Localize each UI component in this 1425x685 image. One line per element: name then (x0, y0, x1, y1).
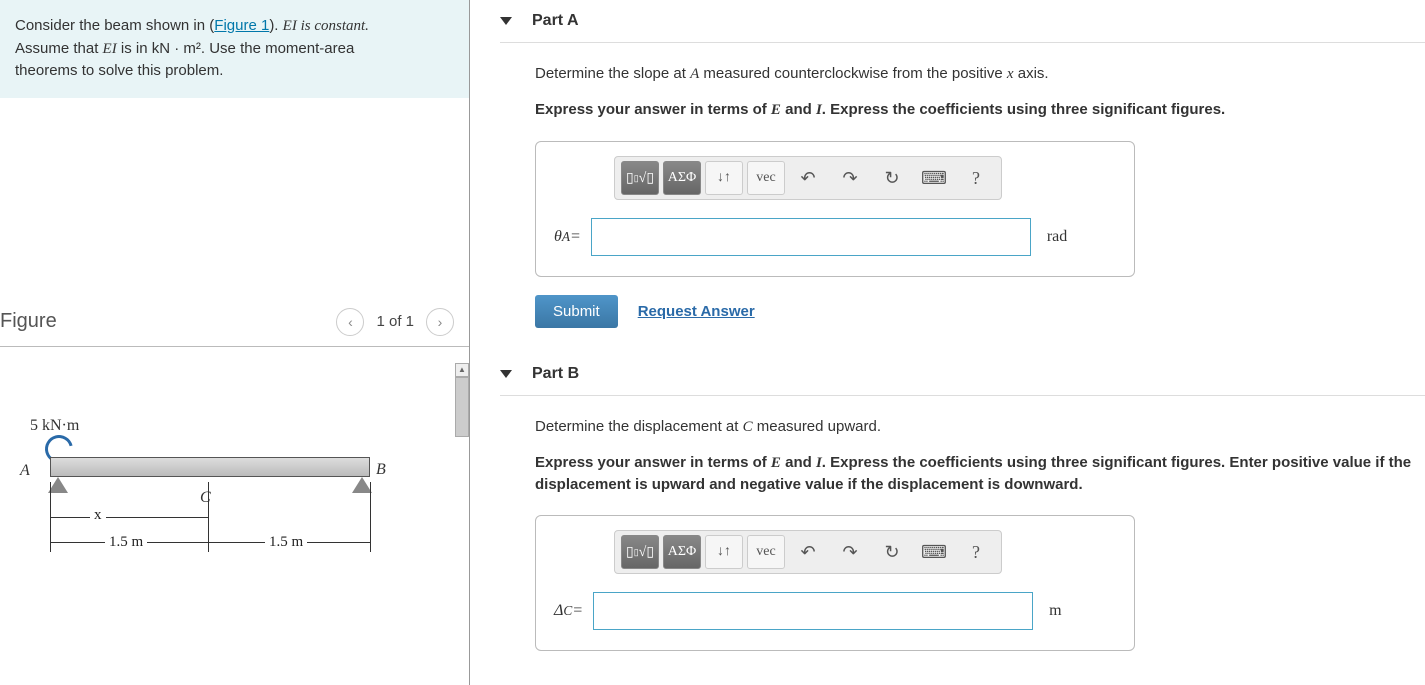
part-a-unit: rad (1047, 228, 1067, 246)
part-a-answer-frame: ▯▯√▯ ΑΣΦ ↓↑ vec ↶ ↷ ↻ ⌨ ? (535, 141, 1135, 277)
part-b-collapse-icon[interactable] (500, 370, 512, 378)
part-b-answer-frame: ▯▯√▯ ΑΣΦ ↓↑ vec ↶ ↷ ↻ ⌨ ? (535, 515, 1135, 651)
part-b-variable-label: ΔC = (554, 602, 583, 620)
figure-panel: Figure ‹ 1 of 1 › ▲ 5 kN·m A B C x (0, 298, 469, 637)
beam-body (50, 457, 370, 477)
keyboard-button[interactable]: ⌨ (915, 535, 953, 569)
template-button[interactable]: ▯▯√▯ (621, 161, 659, 195)
redo-button[interactable]: ↷ (831, 535, 869, 569)
problem-text: Consider the beam shown in ( (15, 17, 214, 34)
part-a-collapse-icon[interactable] (500, 17, 512, 25)
equation-toolbar-b: ▯▯√▯ ΑΣΦ ↓↑ vec ↶ ↷ ↻ ⌨ ? (614, 530, 1002, 574)
greek-button[interactable]: ΑΣΦ (663, 535, 701, 569)
part-b-answer-input[interactable] (593, 592, 1033, 630)
part-b-title: Part B (532, 365, 579, 383)
part-a-format: Express your answer in terms of E and I.… (535, 99, 1425, 121)
vec-button[interactable]: vec (747, 535, 785, 569)
undo-button[interactable]: ↶ (789, 535, 827, 569)
help-button[interactable]: ? (957, 161, 995, 195)
x-axis-label: x (90, 507, 106, 524)
beam-figure: 5 kN·m A B C x 1.5 m 1.5 m (20, 417, 380, 617)
support-a-icon (48, 477, 68, 493)
vec-button[interactable]: vec (747, 161, 785, 195)
part-b-format: Express your answer in terms of E and I.… (535, 452, 1425, 495)
problem-statement: Consider the beam shown in (Figure 1). E… (0, 0, 469, 98)
figure-next-button[interactable]: › (426, 308, 454, 336)
part-a-title: Part A (532, 12, 579, 30)
point-b-label: B (376, 461, 386, 479)
subsup-button[interactable]: ↓↑ (705, 535, 743, 569)
undo-button[interactable]: ↶ (789, 161, 827, 195)
figure-link[interactable]: Figure 1 (214, 17, 269, 34)
support-b-icon (352, 477, 372, 493)
span-right-label: 1.5 m (265, 534, 307, 551)
figure-prev-button[interactable]: ‹ (336, 308, 364, 336)
greek-button[interactable]: ΑΣΦ (663, 161, 701, 195)
moment-load-label: 5 kN·m (30, 417, 79, 435)
part-b: Part B Determine the displacement at C m… (500, 353, 1425, 651)
part-a-answer-input[interactable] (591, 218, 1031, 256)
keyboard-button[interactable]: ⌨ (915, 161, 953, 195)
part-a-submit-button[interactable]: Submit (535, 295, 618, 328)
part-b-unit: m (1049, 602, 1061, 620)
template-button[interactable]: ▯▯√▯ (621, 535, 659, 569)
point-c-label: C (200, 489, 211, 507)
span-left-label: 1.5 m (105, 534, 147, 551)
part-a: Part A Determine the slope at A measured… (500, 0, 1425, 328)
subsup-button[interactable]: ↓↑ (705, 161, 743, 195)
equation-toolbar: ▯▯√▯ ΑΣΦ ↓↑ vec ↶ ↷ ↻ ⌨ ? (614, 156, 1002, 200)
part-b-instruction: Determine the displacement at C measured… (535, 416, 1425, 438)
help-button[interactable]: ? (957, 535, 995, 569)
part-a-variable-label: θA = (554, 228, 581, 246)
part-a-instruction: Determine the slope at A measured counte… (535, 63, 1425, 85)
figure-counter: 1 of 1 (376, 313, 414, 330)
figure-title: Figure (0, 310, 336, 333)
reset-button[interactable]: ↻ (873, 161, 911, 195)
scroll-up-button[interactable]: ▲ (455, 363, 469, 377)
part-a-request-answer-link[interactable]: Request Answer (638, 303, 755, 320)
reset-button[interactable]: ↻ (873, 535, 911, 569)
scroll-thumb[interactable] (455, 377, 469, 437)
point-a-label: A (20, 462, 30, 480)
figure-content: ▲ 5 kN·m A B C x 1.5 m 1.5 m (0, 377, 469, 637)
redo-button[interactable]: ↷ (831, 161, 869, 195)
